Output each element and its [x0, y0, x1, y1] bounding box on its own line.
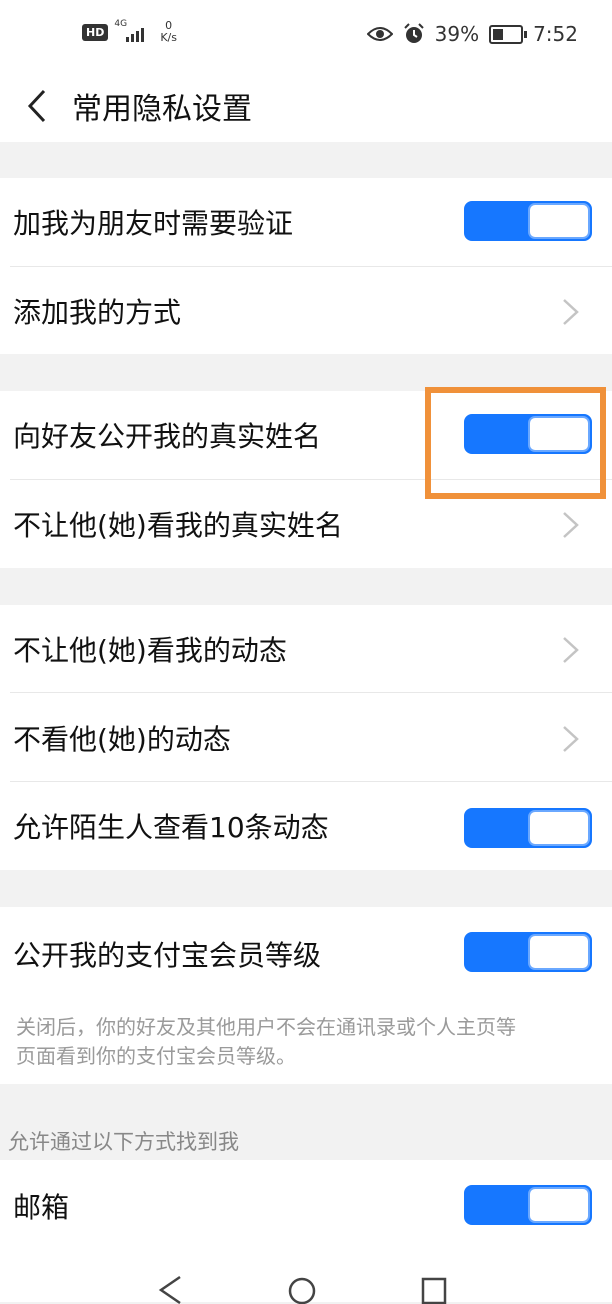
chevron-right-icon — [563, 512, 579, 538]
speed-unit: K/s — [160, 31, 177, 44]
settings-group-3: 不让他(她)看我的动态 不看他(她)的动态 允许陌生人查看10条动态 — [0, 605, 612, 870]
alarm-icon — [403, 23, 424, 43]
row-label: 邮箱 — [13, 1191, 70, 1224]
clock: 7:52 — [533, 22, 578, 46]
row-show-real-name[interactable]: 向好友公开我的真实姓名 — [0, 391, 612, 480]
note-line: 关闭后，你的好友及其他用户不会在通讯录或个人主页等 — [16, 1015, 516, 1039]
row-friend-verification[interactable]: 加我为朋友时需要验证 — [0, 178, 612, 267]
row-label: 向好友公开我的真实姓名 — [13, 420, 322, 453]
chevron-right-icon — [563, 637, 579, 663]
page-title: 常用隐私设置 — [72, 92, 252, 127]
settings-group-find-me: 邮箱 — [0, 1160, 612, 1252]
member-level-note: 关闭后，你的好友及其他用户不会在通讯录或个人主页等 页面看到你的支付宝会员等级。 — [16, 1013, 596, 1071]
network-label: 4G — [114, 19, 128, 29]
show-real-name-toggle[interactable] — [464, 414, 592, 454]
status-left: HD 4G 0 K/s — [82, 19, 177, 44]
note-line: 页面看到你的支付宝会员等级。 — [16, 1044, 296, 1068]
settings-group-2: 向好友公开我的真实姓名 不让他(她)看我的真实姓名 — [0, 391, 612, 568]
settings-group-4: 公开我的支付宝会员等级 关闭后，你的好友及其他用户不会在通讯录或个人主页等 页面… — [0, 907, 612, 1084]
section-label-find-me: 允许通过以下方式找到我 — [8, 1130, 239, 1154]
row-email[interactable]: 邮箱 — [0, 1160, 612, 1249]
network-speed: 0 K/s — [160, 20, 177, 44]
home-circle-icon[interactable] — [287, 1274, 317, 1304]
row-label: 添加我的方式 — [13, 296, 182, 329]
chevron-right-icon — [563, 299, 579, 325]
recents-square-icon[interactable] — [419, 1274, 449, 1304]
status-bar: HD 4G 0 K/s 39% 7:52 — [0, 0, 612, 70]
system-nav-bar — [0, 1252, 612, 1304]
row-label: 不让他(她)看我的真实姓名 — [13, 509, 343, 542]
battery-percent: 39% — [434, 22, 480, 46]
battery-icon — [489, 24, 528, 44]
row-add-me-methods[interactable]: 添加我的方式 — [0, 267, 612, 356]
row-label: 加我为朋友时需要验证 — [13, 207, 294, 240]
row-label: 允许陌生人查看10条动态 — [13, 811, 329, 844]
signal-icon: 4G — [114, 19, 145, 42]
row-hide-their-moments[interactable]: 不看他(她)的动态 — [0, 694, 612, 783]
status-right: 39% 7:52 — [366, 22, 578, 46]
row-label: 公开我的支付宝会员等级 — [13, 939, 322, 972]
eye-icon — [366, 27, 393, 41]
chevron-right-icon — [563, 726, 579, 752]
friend-verification-toggle[interactable] — [464, 201, 592, 241]
row-hide-real-name[interactable]: 不让他(她)看我的真实姓名 — [0, 480, 612, 569]
back-chevron-icon[interactable] — [22, 86, 62, 126]
back-triangle-icon[interactable] — [156, 1274, 186, 1304]
row-label: 不让他(她)看我的动态 — [13, 634, 287, 667]
show-member-level-toggle[interactable] — [464, 932, 592, 972]
nav-header: 常用隐私设置 — [0, 70, 612, 142]
settings-group-1: 加我为朋友时需要验证 添加我的方式 — [0, 178, 612, 354]
row-hide-my-moments[interactable]: 不让他(她)看我的动态 — [0, 605, 612, 694]
row-stranger-moments[interactable]: 允许陌生人查看10条动态 — [0, 782, 612, 871]
row-show-member-level[interactable]: 公开我的支付宝会员等级 — [0, 907, 612, 996]
divider — [10, 692, 612, 693]
row-label: 不看他(她)的动态 — [13, 723, 231, 756]
stranger-moments-toggle[interactable] — [464, 808, 592, 848]
email-toggle[interactable] — [464, 1185, 592, 1225]
hd-badge: HD — [82, 23, 109, 41]
